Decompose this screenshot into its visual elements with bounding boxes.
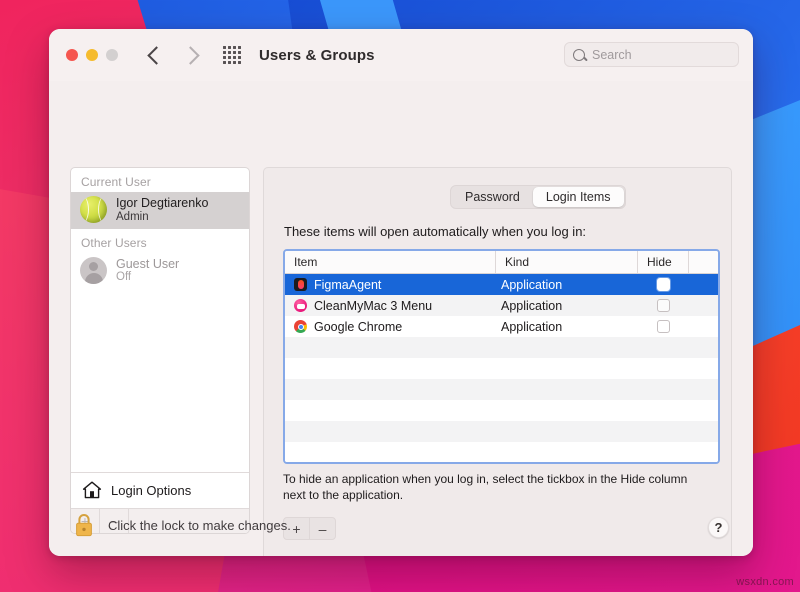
sidebar-item-guest-user[interactable]: Guest User Off — [71, 253, 249, 290]
hide-checkbox[interactable] — [657, 299, 670, 312]
sidebar-user-role: Admin — [116, 211, 208, 224]
lock-control[interactable]: Click the lock to make changes. — [73, 512, 291, 538]
table-row-empty — [285, 379, 718, 400]
table-header-row: Item Kind Hide — [285, 251, 718, 274]
table-cell-spacer — [689, 295, 718, 316]
watermark: wsxdn.com — [736, 576, 794, 588]
column-header-item[interactable]: Item — [285, 251, 496, 273]
tab-segmented-control: Password Login Items — [450, 185, 626, 209]
search-input[interactable] — [592, 48, 722, 62]
table-cell-item-label: CleanMyMac 3 Menu — [314, 299, 432, 313]
table-cell-spacer — [689, 316, 718, 337]
login-items-toolbar: + – — [283, 517, 336, 540]
tennis-ball-avatar — [80, 196, 107, 223]
column-header-spacer — [689, 251, 718, 273]
person-avatar — [80, 257, 107, 284]
hide-checkbox[interactable] — [657, 278, 670, 291]
sidebar-login-options-label: Login Options — [111, 483, 191, 498]
table-row-empty — [285, 442, 718, 463]
minimize-button-icon[interactable] — [86, 49, 98, 61]
sidebar-user-text: Igor Degtiarenko Admin — [116, 196, 208, 224]
close-button-icon[interactable] — [66, 49, 78, 61]
traffic-light-buttons — [66, 49, 118, 61]
table-row-empty — [285, 421, 718, 442]
window-titlebar[interactable]: Users & Groups — [49, 29, 753, 81]
tab-password[interactable]: Password — [452, 187, 533, 207]
table-row-empty — [285, 400, 718, 421]
column-header-hide[interactable]: Hide — [638, 251, 689, 273]
sidebar-item-igor-degtiarenko[interactable]: Igor Degtiarenko Admin — [71, 192, 249, 229]
table-row[interactable]: Google Chrome Application — [285, 316, 718, 337]
lock-icon[interactable] — [73, 512, 95, 538]
users-and-groups-window: Users & Groups Current User Igor Degtiar… — [49, 29, 753, 556]
table-cell-kind: Application — [496, 295, 638, 316]
home-icon — [82, 481, 102, 499]
login-items-intro: These items will open automatically when… — [284, 224, 586, 239]
table-cell-item: FigmaAgent — [285, 274, 496, 295]
tab-login-items[interactable]: Login Items — [533, 187, 624, 207]
table-row[interactable]: CleanMyMac 3 Menu Application — [285, 295, 718, 316]
cleanmymac-icon — [294, 299, 307, 312]
table-row-empty — [285, 358, 718, 379]
table-cell-hide — [638, 274, 689, 295]
column-header-kind[interactable]: Kind — [496, 251, 638, 273]
search-field[interactable] — [564, 42, 739, 67]
users-list: Current User Igor Degtiarenko Admin Othe… — [71, 168, 249, 472]
sidebar-item-login-options[interactable]: Login Options — [71, 472, 249, 508]
sidebar-user-text: Guest User Off — [116, 257, 179, 285]
sidebar-group-label-current: Current User — [71, 168, 249, 192]
login-items-table[interactable]: Item Kind Hide FigmaAgent Application — [283, 249, 720, 464]
sidebar-user-name: Guest User — [116, 257, 179, 272]
table-cell-kind: Application — [496, 274, 638, 295]
table-row-empty — [285, 337, 718, 358]
help-button[interactable]: ? — [708, 517, 729, 538]
table-cell-item: CleanMyMac 3 Menu — [285, 295, 496, 316]
table-cell-hide — [638, 295, 689, 316]
table-row[interactable]: FigmaAgent Application — [285, 274, 718, 295]
remove-login-item-button[interactable]: – — [309, 518, 335, 539]
window-body: Current User Igor Degtiarenko Admin Othe… — [49, 81, 753, 556]
figma-icon — [294, 278, 307, 291]
hide-column-hint: To hide an application when you log in, … — [283, 471, 713, 503]
show-all-grid-icon[interactable] — [223, 46, 241, 64]
sidebar-group-label-other: Other Users — [71, 229, 249, 253]
table-row-empty — [285, 463, 718, 464]
window-title: Users & Groups — [259, 47, 375, 64]
users-sidebar: Current User Igor Degtiarenko Admin Othe… — [70, 167, 250, 534]
table-cell-kind: Application — [496, 316, 638, 337]
table-cell-item-label: FigmaAgent — [314, 278, 381, 292]
chrome-icon — [294, 320, 307, 333]
sidebar-user-role: Off — [116, 271, 179, 284]
hide-checkbox[interactable] — [657, 320, 670, 333]
table-cell-hide — [638, 316, 689, 337]
table-cell-item-label: Google Chrome — [314, 320, 402, 334]
table-cell-spacer — [689, 274, 718, 295]
main-panel: Password Login Items These items will op… — [263, 167, 732, 556]
lock-text: Click the lock to make changes. — [108, 518, 291, 533]
forward-chevron-icon[interactable] — [181, 46, 199, 64]
table-cell-item: Google Chrome — [285, 316, 496, 337]
search-icon — [573, 49, 585, 61]
sidebar-user-name: Igor Degtiarenko — [116, 196, 208, 211]
navigation-buttons — [150, 49, 197, 62]
zoom-button-icon[interactable] — [106, 49, 118, 61]
back-chevron-icon[interactable] — [147, 46, 165, 64]
desktop-background: Users & Groups Current User Igor Degtiar… — [0, 0, 800, 592]
